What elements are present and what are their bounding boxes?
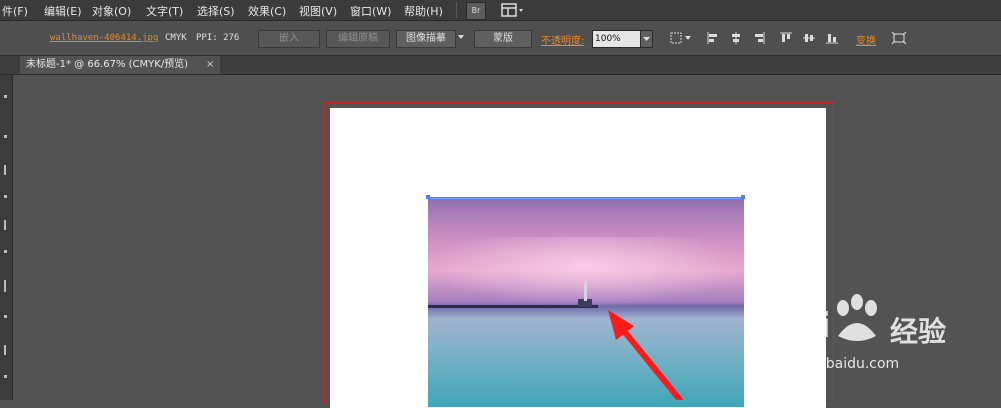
align-top-icon[interactable] bbox=[779, 31, 793, 48]
align-to-icon[interactable] bbox=[670, 31, 692, 48]
edit-original-button[interactable]: 编辑原稿 bbox=[326, 30, 390, 48]
mask-button[interactable]: 蒙版 bbox=[474, 30, 532, 48]
align-vertical-center-icon[interactable] bbox=[802, 31, 816, 48]
tool-handle-icon[interactable] bbox=[4, 375, 7, 378]
menu-effect[interactable]: 效果(C) bbox=[248, 3, 286, 19]
tool-handle-icon[interactable] bbox=[4, 195, 7, 198]
document-tab-bar: 未标题-1* @ 66.67% (CMYK/预览) × bbox=[0, 56, 1001, 75]
menu-select[interactable]: 选择(S) bbox=[197, 3, 235, 19]
baidu-watermark: Bai 经验 jingyan.baidu.com bbox=[770, 290, 990, 380]
menu-object[interactable]: 对象(O) bbox=[92, 3, 131, 19]
tool-handle-icon[interactable] bbox=[4, 250, 7, 253]
image-trace-button[interactable]: 图像描摹 bbox=[396, 30, 456, 48]
menu-separator bbox=[456, 2, 457, 18]
transform-link[interactable]: 变换 bbox=[856, 32, 876, 47]
tool-handle-icon[interactable] bbox=[4, 345, 6, 355]
selection-handle[interactable] bbox=[741, 195, 745, 199]
menu-window[interactable]: 窗口(W) bbox=[350, 3, 391, 19]
tool-handle-icon[interactable] bbox=[4, 165, 6, 175]
menu-view[interactable]: 视图(V) bbox=[299, 3, 337, 19]
watermark-brand-left: Bai bbox=[770, 306, 831, 346]
ppi-label: PPI: 276 bbox=[196, 33, 240, 43]
baidu-paw-icon bbox=[837, 294, 877, 341]
watermark-brand-right: 经验 bbox=[890, 315, 947, 348]
menu-file[interactable]: 件(F) bbox=[2, 3, 28, 19]
linked-file-name[interactable]: wallhaven-406414.jpg bbox=[50, 33, 158, 43]
document-tab[interactable]: 未标题-1* @ 66.67% (CMYK/预览) × bbox=[20, 56, 220, 74]
menu-help[interactable]: 帮助(H) bbox=[404, 3, 443, 19]
close-tab-icon[interactable]: × bbox=[206, 56, 214, 74]
tool-handle-icon[interactable] bbox=[4, 280, 6, 292]
image-lighthouse-tower bbox=[584, 281, 587, 301]
menu-edit[interactable]: 编辑(E) bbox=[44, 3, 82, 19]
menu-bar: 件(F) 编辑(E) 对象(O) 文字(T) 选择(S) 效果(C) 视图(V)… bbox=[0, 0, 1001, 21]
isolate-object-icon[interactable] bbox=[891, 31, 907, 48]
control-bar: wallhaven-406414.jpg CMYK PPI: 276 嵌入 编辑… bbox=[0, 21, 1001, 56]
selection-bounding-edge bbox=[429, 198, 743, 199]
tool-handle-icon[interactable] bbox=[4, 135, 7, 138]
menu-type[interactable]: 文字(T) bbox=[146, 3, 183, 19]
opacity-field[interactable]: 100% bbox=[592, 30, 642, 48]
align-bottom-icon[interactable] bbox=[825, 31, 839, 48]
image-pier-line bbox=[428, 305, 598, 308]
selection-handle[interactable] bbox=[426, 195, 430, 199]
image-trace-dropdown-icon[interactable] bbox=[457, 32, 465, 45]
tool-handle-icon[interactable] bbox=[4, 95, 7, 98]
br-icon[interactable]: Br bbox=[466, 2, 486, 20]
document-tab-title: 未标题-1* @ 66.67% (CMYK/预览) bbox=[26, 59, 189, 70]
red-arrow-icon bbox=[608, 310, 683, 400]
workspace-layout-icon[interactable] bbox=[500, 2, 526, 18]
embed-button[interactable]: 嵌入 bbox=[258, 30, 320, 48]
align-horizontal-center-icon[interactable] bbox=[729, 31, 743, 48]
watermark-url: jingyan.baidu.com bbox=[770, 356, 900, 372]
tool-handle-icon[interactable] bbox=[4, 315, 7, 318]
align-right-icon[interactable] bbox=[752, 31, 766, 48]
tools-panel bbox=[0, 75, 13, 400]
align-left-icon[interactable] bbox=[706, 31, 720, 48]
tool-handle-icon[interactable] bbox=[4, 220, 6, 230]
opacity-label[interactable]: 不透明度: bbox=[541, 32, 584, 47]
opacity-dropdown-icon[interactable] bbox=[640, 30, 653, 48]
color-mode-label: CMYK bbox=[165, 33, 187, 43]
